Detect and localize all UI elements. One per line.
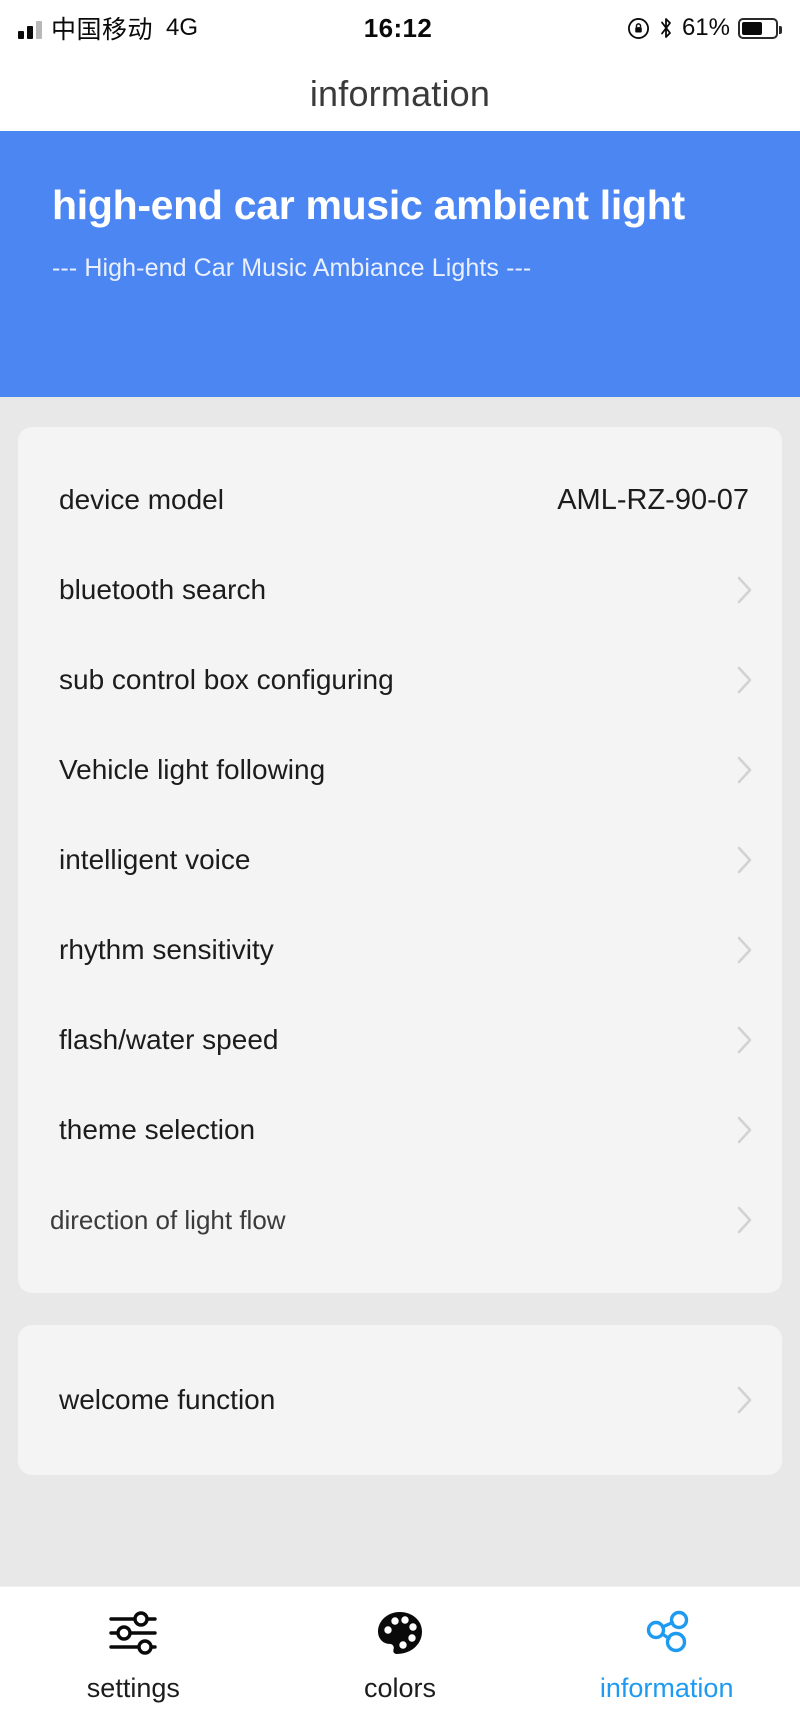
chevron-right-icon: [736, 575, 754, 605]
chevron-right-icon: [736, 1025, 754, 1055]
table-row[interactable]: direction of light flow: [18, 1175, 782, 1265]
row-label: rhythm sensitivity: [59, 934, 274, 965]
chevron-right-icon: [736, 1205, 754, 1235]
carrier-label: 中国移动: [51, 16, 154, 44]
sliders-icon: [107, 1607, 159, 1659]
chevron-right-icon: [736, 1385, 754, 1415]
tab-bar: settings colors information: [0, 1586, 800, 1731]
row-label: sub control box configuring: [59, 664, 394, 695]
signal-bars-icon: [18, 17, 42, 39]
row-label: flash/water speed: [59, 1024, 279, 1055]
row-label: welcome function: [59, 1384, 276, 1415]
palette-icon: [374, 1607, 426, 1659]
table-row[interactable]: bluetooth search: [18, 545, 782, 635]
table-row[interactable]: Vehicle light following: [18, 725, 782, 815]
row-label: device model: [59, 484, 224, 515]
row-label: intelligent voice: [59, 844, 251, 875]
status-bar-left: 中国移动 4G: [18, 10, 364, 46]
table-row: device model AML-RZ-90-07: [18, 455, 782, 545]
battery-percent-label: 61%: [681, 14, 730, 41]
row-label: Vehicle light following: [59, 754, 326, 785]
page-title: information: [309, 72, 491, 114]
hero-banner: high-end car music ambient light --- Hig…: [0, 131, 800, 397]
status-bar-right: 61%: [432, 14, 782, 42]
row-label: bluetooth search: [59, 574, 267, 605]
table-row[interactable]: intelligent voice: [18, 815, 782, 905]
network-type-label: 4G: [166, 14, 199, 41]
status-bar-center: 16:12: [364, 13, 433, 44]
tab-colors[interactable]: colors: [267, 1607, 534, 1704]
table-row[interactable]: theme selection: [18, 1085, 782, 1175]
bluetooth-icon: [658, 16, 674, 40]
battery-fill: [742, 21, 762, 35]
status-bar: 中国移动 4G 16:12 61%: [0, 0, 800, 56]
chevron-right-icon: [736, 755, 754, 785]
share-nodes-icon: [641, 1607, 693, 1659]
device-settings-card: device model AML-RZ-90-07 bluetooth sear…: [18, 427, 782, 1293]
hero-subtitle: --- High-end Car Music Ambiance Lights -…: [52, 254, 532, 283]
device-model-value: AML-RZ-90-07: [557, 483, 749, 516]
tab-information[interactable]: information: [533, 1607, 800, 1704]
welcome-card: welcome function: [18, 1325, 782, 1475]
tab-settings[interactable]: settings: [0, 1607, 267, 1704]
table-row[interactable]: flash/water speed: [18, 995, 782, 1085]
hero-title: high-end car music ambient light: [52, 182, 685, 228]
row-label: theme selection: [59, 1114, 256, 1145]
navigation-bar: information: [0, 56, 800, 131]
tab-label: settings: [86, 1673, 180, 1703]
rotation-lock-icon: [627, 17, 650, 40]
tab-label: colors: [363, 1673, 437, 1703]
tab-label: information: [599, 1673, 734, 1703]
table-row[interactable]: sub control box configuring: [18, 635, 782, 725]
table-row[interactable]: welcome function: [18, 1355, 782, 1445]
clock-label: 16:12: [363, 12, 433, 43]
settings-list[interactable]: device model AML-RZ-90-07 bluetooth sear…: [0, 397, 800, 1731]
row-label: direction of light flow: [50, 1204, 286, 1235]
battery-icon: [738, 17, 782, 39]
chevron-right-icon: [736, 665, 754, 695]
chevron-right-icon: [736, 1115, 754, 1145]
chevron-right-icon: [736, 935, 754, 965]
table-row[interactable]: rhythm sensitivity: [18, 905, 782, 995]
app-screen: 中国移动 4G 16:12 61% information high-end c…: [0, 0, 800, 1731]
chevron-right-icon: [736, 845, 754, 875]
